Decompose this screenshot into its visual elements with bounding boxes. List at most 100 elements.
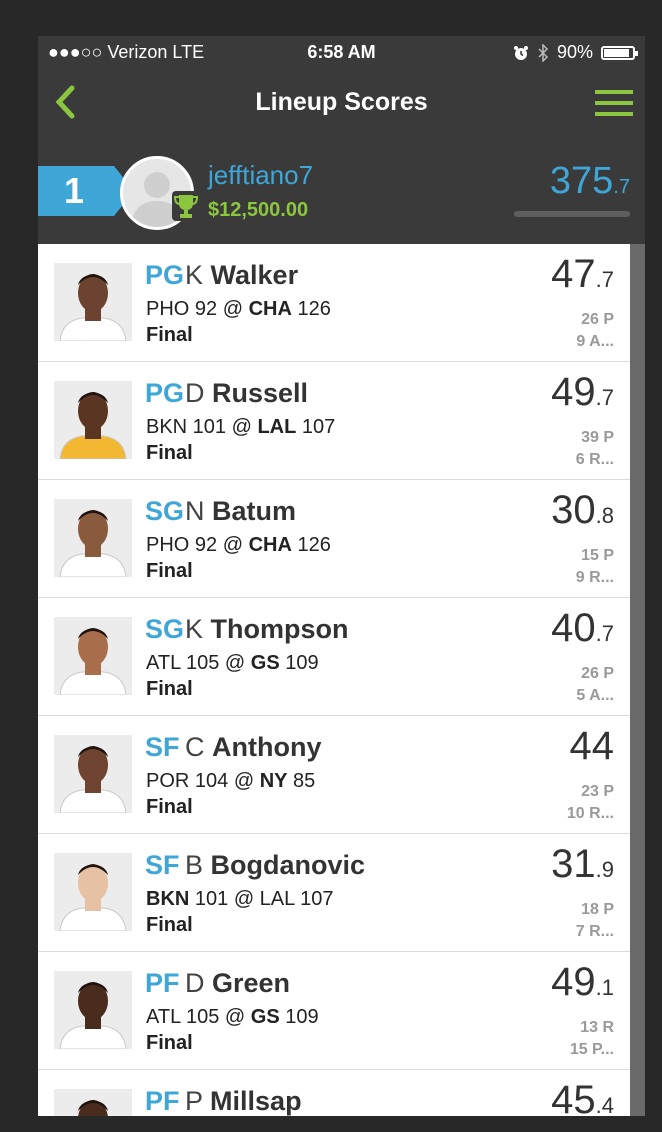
player-last-name: Russell xyxy=(212,378,309,408)
player-name: K Thompson xyxy=(185,614,349,645)
player-score: 45.4 xyxy=(551,1078,614,1116)
matchup-part-2: LAL xyxy=(257,416,297,438)
scrollbar[interactable] xyxy=(630,244,645,1116)
player-row[interactable]: PG K Walker PHO 92 @ CHA 126 Final 47.7 … xyxy=(38,244,630,362)
player-position: SG xyxy=(145,496,185,526)
player-initial: D xyxy=(185,378,205,408)
player-stat-line-2: 5 A... xyxy=(576,687,614,704)
matchup-part-3: 107 xyxy=(296,416,336,438)
player-photo xyxy=(54,499,132,577)
player-name: D Green xyxy=(185,968,290,999)
player-name: K Walker xyxy=(185,260,298,291)
player-position: SF xyxy=(145,732,180,762)
game-status: Final xyxy=(146,1032,193,1054)
player-stat-line-1: 18 P xyxy=(581,901,614,918)
player-initial: D xyxy=(185,968,205,998)
player-position: PG xyxy=(145,260,185,290)
game-status: Final xyxy=(146,678,193,700)
player-row[interactable]: SF B Bogdanovic BKN 101 @ LAL 107 Final … xyxy=(38,834,630,952)
player-score-dec: .7 xyxy=(595,385,614,410)
lineup-header: 1 jefftiano7 $12,500.00 375.7 xyxy=(38,136,645,244)
player-score-int: 44 xyxy=(569,724,615,768)
player-initial: P xyxy=(185,1086,203,1116)
battery-percent: 90% xyxy=(556,42,593,62)
player-row[interactable]: SF C Anthony POR 104 @ NY 85 Final 44 23… xyxy=(38,716,630,834)
player-score: 47.7 xyxy=(551,252,614,297)
player-last-name: Bogdanovic xyxy=(210,850,366,880)
player-stat-line-1: 39 P xyxy=(581,429,614,446)
matchup-part-3: 109 xyxy=(279,1006,319,1028)
player-position: SF xyxy=(145,850,180,880)
player-score: 44 xyxy=(570,724,615,769)
player-score-dec: .7 xyxy=(595,621,614,646)
player-position: SG xyxy=(145,614,185,644)
player-stat-line-1: 23 P xyxy=(581,783,614,800)
player-photo xyxy=(54,381,132,459)
player-score-int: 30 xyxy=(551,488,596,532)
lineup-total-score: 375.7 xyxy=(550,160,630,203)
battery-icon xyxy=(601,45,638,60)
battery-level xyxy=(604,48,630,57)
username-link[interactable]: jefftiano7 xyxy=(208,160,313,191)
game-matchup: BKN 101 @ LAL 107 xyxy=(146,416,335,439)
total-score-int: 375 xyxy=(549,160,614,202)
player-stat-line-1: 13 R xyxy=(580,1019,614,1036)
trophy-icon xyxy=(172,191,200,221)
page-title: Lineup Scores xyxy=(255,88,428,116)
matchup-part-2: CHA xyxy=(248,534,292,556)
game-status: Final xyxy=(146,914,193,936)
matchup-part-2: 101 @ LAL 107 xyxy=(189,888,334,910)
player-last-name: Thompson xyxy=(210,614,349,644)
matchup-part-3: 85 xyxy=(287,770,316,792)
hamburger-menu-icon[interactable] xyxy=(595,88,633,118)
player-score-dec: .4 xyxy=(595,1093,614,1116)
rank-badge: 1 xyxy=(38,166,134,216)
player-last-name: Batum xyxy=(212,496,297,526)
player-score-int: 40 xyxy=(551,606,596,650)
winnings-amount: $12,500.00 xyxy=(208,199,309,221)
player-row[interactable]: PF D Green ATL 105 @ GS 109 Final 49.1 1… xyxy=(38,952,630,1070)
player-headshot-icon xyxy=(54,1089,132,1116)
player-last-name: Millsap xyxy=(210,1086,302,1116)
total-score-dec: .7 xyxy=(613,176,630,198)
game-matchup: POR 104 @ NY 85 xyxy=(146,770,315,793)
matchup-part-1: PHO 92 @ xyxy=(146,298,249,320)
player-name: C Anthony xyxy=(185,732,322,763)
player-stat-line-1: 26 P xyxy=(581,311,614,328)
player-stat-line-2: 10 R... xyxy=(566,805,614,822)
game-matchup: PHO 92 @ CHA 126 xyxy=(146,298,331,321)
player-photo xyxy=(54,971,132,1049)
player-last-name: Green xyxy=(212,968,291,998)
player-position: PF xyxy=(145,1086,180,1116)
player-row[interactable]: PG D Russell BKN 101 @ LAL 107 Final 49.… xyxy=(38,362,630,480)
player-score: 40.7 xyxy=(551,606,614,651)
player-score-dec: .1 xyxy=(595,975,614,1000)
matchup-part-1: POR 104 @ xyxy=(146,770,260,792)
player-score-dec: .9 xyxy=(595,857,614,882)
player-score-int: 31 xyxy=(551,842,596,886)
game-status: Final xyxy=(146,560,193,582)
total-progress-bar xyxy=(514,211,630,217)
player-score-dec: .8 xyxy=(595,503,614,528)
player-row[interactable]: PF P Millsap ATL 105 @ GS 109 Final 45.4 xyxy=(38,1070,630,1116)
player-score-int: 47 xyxy=(551,252,596,296)
player-row[interactable]: SG K Thompson ATL 105 @ GS 109 Final 40.… xyxy=(38,598,630,716)
player-headshot-icon xyxy=(54,853,132,931)
player-stat-line-2: 15 P... xyxy=(569,1041,614,1058)
game-status: Final xyxy=(146,442,193,464)
player-initial: N xyxy=(185,496,205,526)
matchup-part-1: ATL 105 @ xyxy=(146,652,251,674)
player-row[interactable]: SG N Batum PHO 92 @ CHA 126 Final 30.8 1… xyxy=(38,480,630,598)
matchup-part-2: GS xyxy=(250,1006,280,1028)
player-photo xyxy=(54,1089,132,1116)
player-headshot-icon xyxy=(54,263,132,341)
player-stat-line-1: 15 P xyxy=(581,547,614,564)
player-stat-line-2: 9 A... xyxy=(576,333,614,350)
game-matchup: PHO 92 @ CHA 126 xyxy=(146,534,331,557)
matchup-part-3: 126 xyxy=(291,298,331,320)
status-right: 90% xyxy=(513,42,638,63)
player-score: 49.1 xyxy=(551,960,614,1005)
player-headshot-icon xyxy=(54,381,132,459)
player-stat-line-2: 9 R... xyxy=(575,569,614,586)
status-bar: ●●●○○ Verizon LTE 6:58 AM 90% xyxy=(38,36,645,70)
